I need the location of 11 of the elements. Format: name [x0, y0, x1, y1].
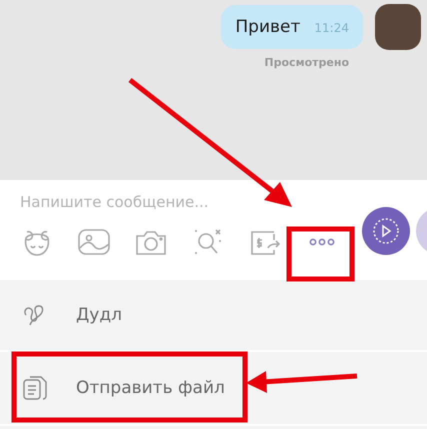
documents-icon	[22, 375, 48, 401]
image-icon[interactable]	[77, 227, 111, 257]
menu-item[interactable]: Дудл	[0, 280, 427, 352]
highlight-frame	[286, 226, 354, 282]
message-input[interactable]: Напишите сообщение...	[20, 193, 320, 211]
avatar-photo-placeholder	[375, 4, 421, 50]
message-text: Привет	[235, 17, 300, 37]
video-message-button[interactable]	[362, 207, 410, 255]
play-icon	[372, 217, 400, 245]
message-time: 11:24	[314, 21, 349, 35]
message-status: Просмотрено	[264, 56, 349, 69]
